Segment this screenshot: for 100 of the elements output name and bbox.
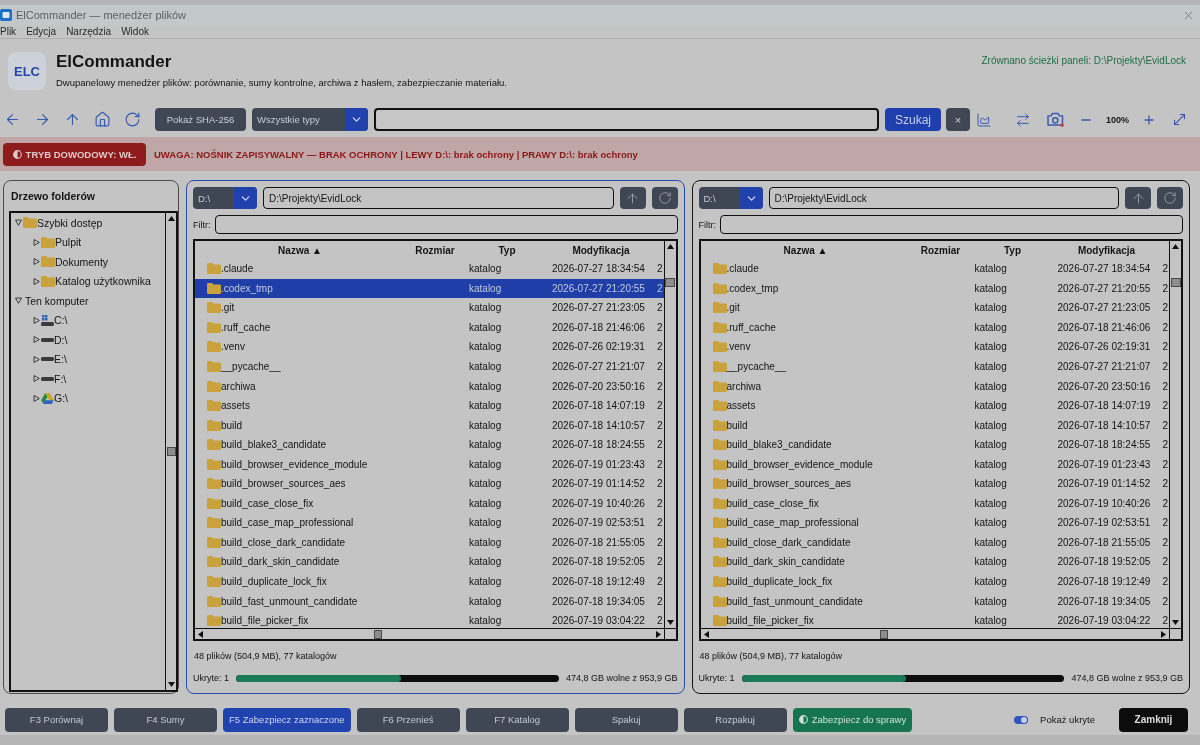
up-button[interactable] bbox=[1125, 187, 1151, 209]
file-row[interactable]: build_file_picker_fix katalog 2026-07-19 03:04:22 2 bbox=[700, 610, 1169, 628]
filter-field[interactable] bbox=[214, 215, 678, 234]
file-row[interactable]: .claude katalog 2026-07-27 18:34:54 2 bbox=[195, 259, 664, 279]
expander-icon[interactable] bbox=[15, 219, 22, 227]
file-row[interactable]: __pycache__ katalog 2026-07-27 21:21:07 2 bbox=[195, 356, 664, 377]
column-header[interactable]: Typ bbox=[498, 244, 516, 256]
tree-item[interactable]: Katalog użytkownika bbox=[55, 275, 151, 288]
scroll-right-icon[interactable] bbox=[1161, 630, 1166, 638]
action-button[interactable]: F7 Katalog bbox=[465, 707, 569, 732]
file-row[interactable]: build_close_dark_candidate katalog 2026-07-18 21:55:05 2 bbox=[195, 532, 664, 553]
expander-icon[interactable] bbox=[33, 238, 40, 246]
file-row[interactable]: build_case_map_professional katalog 2026-07-19 02:53:51 2 bbox=[195, 513, 664, 533]
toggle-switch[interactable] bbox=[1014, 715, 1029, 724]
vertical-scrollbar[interactable] bbox=[165, 213, 176, 690]
plus-icon[interactable] bbox=[1142, 112, 1156, 127]
expander-icon[interactable] bbox=[33, 316, 40, 324]
file-row[interactable]: build_fast_unmount_candidate katalog 2026-07-18 19:34:05 2 bbox=[195, 591, 664, 611]
column-header[interactable]: Rozmiar bbox=[415, 244, 455, 256]
file-row[interactable]: archiwa katalog 2026-07-20 23:50:16 2 bbox=[700, 376, 1169, 396]
camera-icon[interactable] bbox=[1046, 112, 1064, 127]
search-button[interactable]: Szukaj bbox=[884, 108, 941, 131]
close-button[interactable]: Zamknij bbox=[1119, 707, 1188, 732]
file-row[interactable]: assets katalog 2026-07-18 14:07:19 2 bbox=[700, 395, 1169, 416]
file-row[interactable]: build_browser_sources_aes katalog 2026-07-19 01:14:52 2 bbox=[195, 474, 664, 494]
expander-icon[interactable] bbox=[33, 375, 40, 383]
tree-item[interactable]: Ten komputer bbox=[25, 294, 89, 307]
file-row[interactable]: .git katalog 2026-07-27 21:23:05 2 bbox=[700, 298, 1169, 318]
expander-icon[interactable] bbox=[33, 355, 40, 363]
column-header[interactable]: Modyfikacja bbox=[572, 244, 630, 256]
arrow-right-icon[interactable] bbox=[34, 111, 51, 128]
clear-button[interactable]: × bbox=[945, 108, 970, 131]
file-row[interactable]: build_dark_skin_candidate katalog 2026-07-18 19:52:05 2 bbox=[700, 552, 1169, 572]
file-row[interactable]: build_browser_sources_aes katalog 2026-07-19 01:14:52 2 bbox=[700, 474, 1169, 494]
search-field[interactable] bbox=[374, 108, 879, 131]
tree-item[interactable]: G:\ bbox=[54, 392, 68, 405]
refresh-icon[interactable] bbox=[124, 111, 141, 128]
file-row[interactable]: .venv katalog 2026-07-26 02:19:31 2 bbox=[700, 337, 1169, 357]
evidence-mode-button[interactable]: TRYB DOWODOWY: WŁ. bbox=[3, 142, 146, 166]
menu-item[interactable]: Narzędzia bbox=[66, 25, 112, 38]
tree-item[interactable]: Dokumenty bbox=[55, 255, 109, 268]
vertical-scrollbar[interactable] bbox=[1169, 241, 1181, 628]
expander-icon[interactable] bbox=[33, 277, 40, 285]
scrollbar-thumb[interactable] bbox=[374, 629, 382, 639]
tree-item[interactable]: E:\ bbox=[54, 353, 67, 366]
column-header[interactable]: Modyfikacja bbox=[1077, 244, 1136, 256]
file-row[interactable]: .ruff_cache katalog 2026-07-18 21:46:06 2 bbox=[195, 317, 664, 338]
column-header[interactable]: Nazwa ▲ bbox=[783, 244, 828, 256]
tree-item[interactable]: F:\ bbox=[54, 372, 67, 385]
file-row[interactable]: build_close_dark_candidate katalog 2026-07-18 21:55:05 2 bbox=[700, 532, 1169, 553]
file-row[interactable]: archiwa katalog 2026-07-20 23:50:16 2 bbox=[195, 376, 664, 396]
file-row[interactable]: build_browser_evidence_module katalog 2026-07-19 01:23:43 2 bbox=[700, 454, 1169, 474]
column-header[interactable]: Nazwa ▲ bbox=[278, 244, 322, 256]
file-row[interactable]: build_browser_evidence_module katalog 2026-07-19 01:23:43 2 bbox=[195, 454, 664, 474]
file-row[interactable]: build katalog 2026-07-18 14:10:57 2 bbox=[195, 415, 664, 435]
scroll-down-icon[interactable] bbox=[666, 620, 674, 625]
drive-dropdown[interactable]: D:\ bbox=[698, 187, 763, 209]
file-row[interactable]: assets katalog 2026-07-18 14:07:19 2 bbox=[195, 395, 664, 416]
file-row[interactable]: .claude katalog 2026-07-27 18:34:54 2 bbox=[700, 259, 1169, 279]
scrollbar-thumb[interactable] bbox=[665, 278, 675, 287]
arrow-left-icon[interactable] bbox=[4, 111, 21, 128]
file-row[interactable]: build_duplicate_lock_fix katalog 2026-07-18 19:12:49 2 bbox=[700, 571, 1169, 592]
file-row[interactable]: build_case_close_fix katalog 2026-07-19 10:40:26 2 bbox=[700, 493, 1169, 514]
expander-icon[interactable] bbox=[33, 336, 40, 344]
tree-item[interactable]: Szybki dostęp bbox=[37, 216, 103, 229]
action-button[interactable]: F4 Sumy bbox=[114, 707, 217, 732]
action-button[interactable]: Rozpakuj bbox=[683, 707, 787, 732]
vertical-scrollbar[interactable] bbox=[663, 241, 676, 628]
path-field[interactable]: D:\Projekty\EvidLock bbox=[768, 187, 1119, 209]
file-row[interactable]: .codex_tmp katalog 2026-07-27 21:20:55 2 bbox=[195, 278, 664, 299]
file-row[interactable]: build_case_map_professional katalog 2026-07-19 02:53:51 2 bbox=[700, 513, 1169, 533]
column-header[interactable]: Rozmiar bbox=[920, 244, 961, 256]
action-button[interactable]: Zabezpiecz do sprawy bbox=[792, 707, 913, 732]
action-button[interactable]: F5 Zabezpiecz zaznaczone bbox=[223, 707, 351, 732]
scroll-left-icon[interactable] bbox=[198, 630, 203, 638]
file-row[interactable]: .venv katalog 2026-07-26 02:19:31 2 bbox=[195, 337, 664, 357]
file-row[interactable]: build_blake3_candidate katalog 2026-07-18 18:24:55 2 bbox=[195, 434, 664, 455]
horizontal-scrollbar[interactable] bbox=[700, 628, 1169, 639]
drive-dropdown[interactable]: D:\ bbox=[193, 187, 257, 209]
type-dropdown[interactable]: Wszystkie typy bbox=[252, 108, 368, 131]
tree-item[interactable]: D:\ bbox=[54, 333, 68, 346]
scroll-up-icon[interactable] bbox=[167, 216, 175, 221]
tree-item[interactable]: Pulpit bbox=[55, 236, 82, 249]
refresh-button[interactable] bbox=[1157, 187, 1183, 209]
column-header[interactable]: Typ bbox=[1003, 244, 1021, 256]
scrollbar-thumb[interactable] bbox=[166, 447, 176, 456]
expander-icon[interactable] bbox=[33, 394, 40, 402]
file-row[interactable]: build_dark_skin_candidate katalog 2026-07-18 19:52:05 2 bbox=[195, 552, 664, 572]
scroll-up-icon[interactable] bbox=[666, 244, 674, 249]
scroll-left-icon[interactable] bbox=[703, 630, 709, 638]
file-row[interactable]: .git katalog 2026-07-27 21:23:05 2 bbox=[195, 298, 664, 318]
menu-item[interactable]: Edycja bbox=[26, 25, 57, 38]
diagonal-arrow-icon[interactable] bbox=[1171, 111, 1188, 128]
scroll-right-icon[interactable] bbox=[655, 630, 661, 638]
file-row[interactable]: build_case_close_fix katalog 2026-07-19 10:40:26 2 bbox=[195, 493, 664, 514]
swap-arrows-icon[interactable] bbox=[1014, 111, 1031, 128]
scrollbar-thumb[interactable] bbox=[879, 629, 888, 639]
scroll-down-icon[interactable] bbox=[1172, 620, 1179, 625]
hash-button[interactable]: Pokaż SHA-256 bbox=[155, 108, 246, 131]
action-button[interactable]: F3 Porównaj bbox=[5, 707, 108, 732]
